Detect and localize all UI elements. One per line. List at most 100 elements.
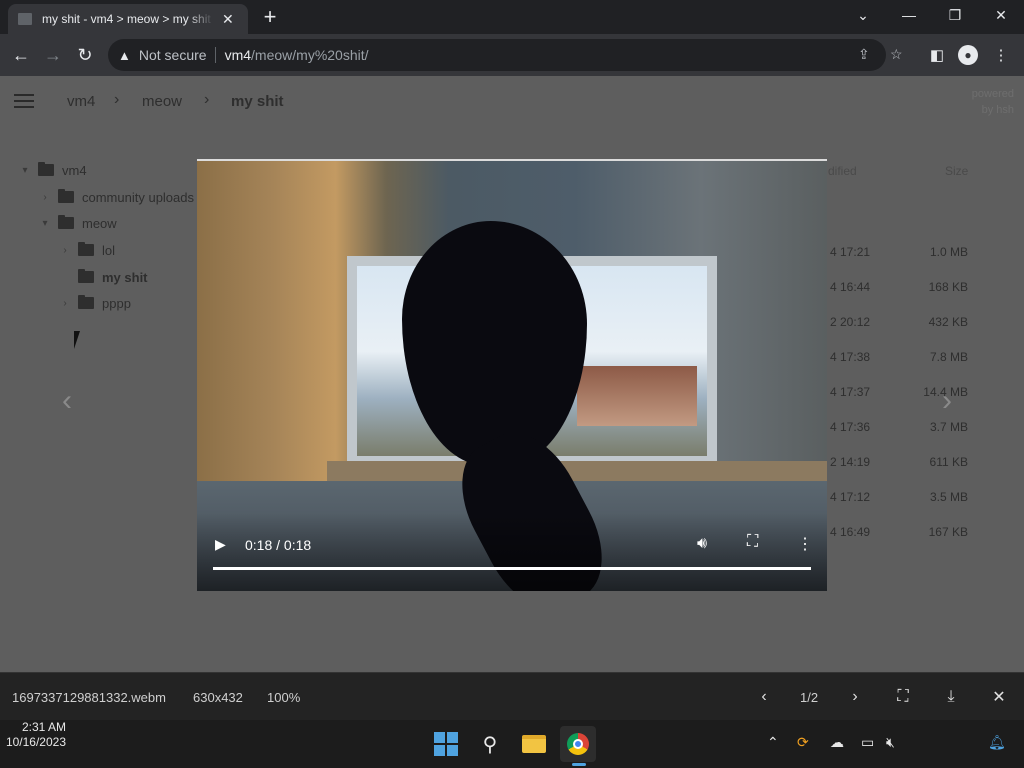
video-time: 0:18 / 0:18 xyxy=(245,537,312,553)
close-tab-icon[interactable]: ✕ xyxy=(222,11,234,28)
tree-item-pppp[interactable]: › pppp xyxy=(58,290,131,316)
next-media-button[interactable]: › xyxy=(843,685,867,709)
file-size: 1.0 MB xyxy=(929,245,968,259)
chevron-down-icon[interactable]: ▾ xyxy=(18,165,32,176)
file-size: 611 KB xyxy=(929,455,968,469)
restore-button[interactable]: ❐ xyxy=(932,0,978,30)
taskbar-clock[interactable]: 2:31 AM 10/16/2023 xyxy=(0,720,66,750)
media-page-counter: 1/2 xyxy=(800,690,819,705)
browser-toolbar: ← → ↻ ▲ Not secure vm4 /meow/my%20shit/ … xyxy=(0,34,1024,76)
taskbar-time: 2:31 AM xyxy=(21,720,66,734)
chrome-app-icon[interactable] xyxy=(560,726,596,762)
address-bar[interactable]: ▲ Not secure vm4 /meow/my%20shit/ xyxy=(108,39,886,71)
side-panel-icon[interactable]: ◧ xyxy=(926,44,948,66)
tree-item-vm4[interactable]: ▾ vm4 xyxy=(18,157,87,183)
tree-item-community-uploads[interactable]: › community uploads xyxy=(38,184,194,210)
tab-search-icon[interactable]: ⌄ xyxy=(840,0,886,30)
next-image-button[interactable]: › xyxy=(942,384,952,418)
active-app-indicator xyxy=(572,763,586,766)
folder-icon xyxy=(38,162,54,176)
download-icon[interactable]: ⤓ xyxy=(939,685,963,709)
media-viewer-bar: 1697337129881332.webm 630x432 100% ‹ 1/2… xyxy=(0,672,1024,720)
breadcrumb-vm4[interactable]: vm4 xyxy=(67,93,95,110)
hamburger-menu-icon[interactable] xyxy=(14,94,34,108)
chevron-right-icon: › xyxy=(114,91,120,108)
volume-muted-icon[interactable]: 🔇︎ xyxy=(886,734,895,751)
video-menu-kebab-icon[interactable]: ⋮ xyxy=(797,534,813,554)
chevron-right-icon[interactable]: › xyxy=(58,245,72,256)
browser-titlebar: my shit - vm4 > meow > my shit ✕ + ⌄ — ❐… xyxy=(0,0,1024,34)
file-date: 4 17:36 xyxy=(830,420,871,434)
file-size: 14.4 MB xyxy=(923,385,968,399)
tree-item-meow[interactable]: ▾ meow xyxy=(38,210,117,236)
bookmark-star-icon[interactable]: ☆ xyxy=(890,46,903,63)
folder-icon xyxy=(78,295,94,309)
previous-image-button[interactable]: ‹ xyxy=(62,384,72,418)
windows-start-icon[interactable] xyxy=(428,726,464,762)
previous-media-button[interactable]: ‹ xyxy=(752,685,776,709)
url-path[interactable]: /meow/my%20shit/ xyxy=(251,47,368,63)
warning-triangle-icon[interactable]: ▲ xyxy=(118,48,131,63)
file-size: 3.5 MB xyxy=(929,490,968,504)
cloud-icon[interactable]: ☁ xyxy=(830,734,844,751)
page-header: vm4 › meow › my shit powered by hsh xyxy=(0,76,1024,126)
folder-favicon-icon xyxy=(18,13,32,25)
chevron-down-icon[interactable]: ▾ xyxy=(38,218,52,229)
notification-bell-icon[interactable]: 🔔︎ xyxy=(988,734,1006,751)
chevron-right-icon[interactable]: › xyxy=(38,192,52,203)
tree-item-my-shit[interactable]: my shit xyxy=(58,264,148,290)
file-date: 4 16:49 xyxy=(830,525,871,539)
reload-icon[interactable]: ↻ xyxy=(72,42,98,68)
tab-title: my shit - vm4 > meow > my shit xyxy=(42,12,211,26)
url-host[interactable]: vm4 xyxy=(225,47,251,63)
new-tab-button[interactable]: + xyxy=(258,6,282,30)
folder-icon xyxy=(58,189,74,203)
share-icon[interactable]: ⇪ xyxy=(858,46,870,63)
mouse-cursor-icon xyxy=(74,331,80,349)
column-modified[interactable]: dified xyxy=(828,164,857,178)
column-size[interactable]: Size xyxy=(945,164,968,178)
tree-item-lol[interactable]: › lol xyxy=(58,237,115,263)
volume-icon[interactable]: 🔊︎ xyxy=(697,535,707,553)
forward-arrow-icon[interactable]: → xyxy=(40,42,66,68)
windows-taskbar: ⚲ ⌃ ⟳ ☁ ▭ 🔇︎ 2:31 AM 10/16/2023 🔔︎ xyxy=(0,720,1024,768)
folder-icon xyxy=(58,215,74,229)
file-date: 2 14:19 xyxy=(830,455,871,469)
media-zoom: 100% xyxy=(267,690,301,705)
file-date: 4 17:38 xyxy=(830,350,871,364)
file-size: 432 KB xyxy=(928,315,968,329)
breadcrumb-meow[interactable]: meow xyxy=(142,93,182,110)
search-icon[interactable]: ⚲ xyxy=(472,726,508,762)
back-arrow-icon[interactable]: ← xyxy=(8,42,34,68)
sync-icon[interactable]: ⟳ xyxy=(797,734,809,751)
fullscreen-button-icon[interactable]: ⛶ xyxy=(891,685,915,709)
file-size: 3.7 MB xyxy=(929,420,968,434)
file-explorer-icon[interactable] xyxy=(516,726,552,762)
chevron-up-icon[interactable]: ⌃ xyxy=(767,734,779,751)
chevron-right-icon[interactable]: › xyxy=(58,298,72,309)
video-progress-bar[interactable] xyxy=(213,567,811,570)
file-size: 168 KB xyxy=(928,280,968,294)
file-date: 4 16:44 xyxy=(830,280,871,294)
fullscreen-icon[interactable]: ⛶ xyxy=(747,533,758,551)
menu-kebab-icon[interactable]: ⋮ xyxy=(990,44,1012,66)
play-icon[interactable]: ▶ xyxy=(215,536,226,553)
media-filename: 1697337129881332.webm xyxy=(12,690,166,705)
close-viewer-icon[interactable]: ✕ xyxy=(987,685,1011,709)
minimize-button[interactable]: — xyxy=(886,0,932,30)
file-size: 7.8 MB xyxy=(929,350,968,364)
media-dimensions: 630x432 xyxy=(193,690,243,705)
profile-avatar-icon[interactable]: ● xyxy=(958,45,978,65)
security-label[interactable]: Not secure xyxy=(139,47,216,63)
browser-tab[interactable]: my shit - vm4 > meow > my shit ✕ xyxy=(8,4,248,34)
breadcrumb-current[interactable]: my shit xyxy=(231,93,284,110)
close-window-button[interactable]: ✕ xyxy=(978,0,1024,30)
folder-icon xyxy=(78,242,94,256)
network-icon[interactable]: ▭ xyxy=(861,734,874,751)
taskbar-date: 10/16/2023 xyxy=(5,735,66,749)
video-player[interactable]: ▶ 0:18 / 0:18 🔊︎ ⛶ ⋮ xyxy=(197,159,827,591)
file-date: 2 20:12 xyxy=(830,315,871,329)
powered-by: powered by hsh xyxy=(971,88,1014,116)
file-date: 4 17:12 xyxy=(830,490,871,504)
chevron-right-icon: › xyxy=(204,91,210,108)
